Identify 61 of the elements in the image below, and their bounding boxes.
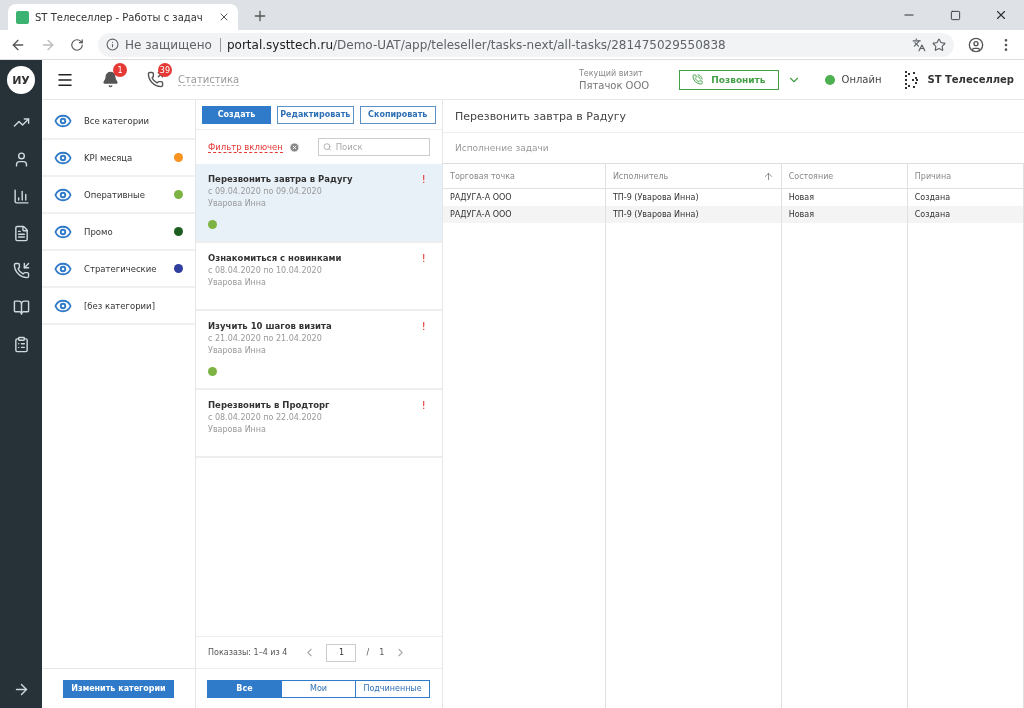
- phone-icon[interactable]: [12, 262, 30, 279]
- table-cell: РАДУГА-А ООО: [443, 206, 605, 223]
- document-icon[interactable]: [12, 225, 30, 242]
- table-cell: Новая: [781, 206, 907, 223]
- edit-button[interactable]: Редактировать: [277, 105, 354, 124]
- copy-button[interactable]: Скопировать: [359, 105, 436, 124]
- category-item[interactable]: KPI месяца: [42, 140, 195, 177]
- browser-tab[interactable]: ST Телеселлер - Работы с задач: [8, 4, 238, 30]
- scope-tab[interactable]: Подчиненные: [355, 679, 430, 698]
- reload-icon[interactable]: [70, 37, 84, 52]
- sort-icon[interactable]: [762, 170, 774, 182]
- create-button[interactable]: Создать: [202, 105, 271, 124]
- page-total: 1: [379, 648, 385, 657]
- url-path: /Demo-UAT/app/teleseller/tasks-next/all-tasks/281475029550838: [333, 37, 726, 52]
- search-field[interactable]: Поиск: [317, 138, 430, 156]
- scope-tab[interactable]: Все: [207, 679, 282, 698]
- missed-call-badge: 39: [157, 63, 172, 77]
- task-title: Перезвонить завтра в Радугу: [443, 100, 1024, 133]
- address-field[interactable]: Не защищено portal.systtech.ru/Demo-UAT/app/teleseller/tasks-next/all-tasks/281475029550838: [98, 32, 954, 57]
- importance-mark: !: [420, 173, 427, 186]
- category-item[interactable]: [без категории]: [42, 288, 195, 325]
- category-item[interactable]: Все категории: [42, 103, 195, 140]
- visit-value: Пятачок ООО: [578, 79, 650, 91]
- new-tab-icon[interactable]: [252, 8, 268, 24]
- category-item[interactable]: Стратегические: [42, 251, 195, 288]
- importance-mark: !: [420, 252, 427, 265]
- close-icon[interactable]: [218, 11, 230, 23]
- brand-name: ST Телеселлер: [927, 74, 1014, 85]
- bar-chart-icon[interactable]: [12, 188, 30, 205]
- section-title: Исполнение задачи: [443, 133, 1024, 164]
- page-separator: /: [366, 648, 370, 657]
- bell-icon[interactable]: [102, 71, 119, 88]
- category-item[interactable]: Оперативные: [42, 177, 195, 214]
- url-host: portal.systtech.ru: [226, 37, 333, 52]
- info-icon: [106, 38, 119, 51]
- logo-icon: [903, 69, 920, 90]
- filter-link[interactable]: Фильтр включен: [208, 141, 283, 153]
- scope-tab[interactable]: Мои: [281, 679, 356, 698]
- importance-mark: !: [420, 399, 427, 412]
- clipboard-icon[interactable]: [12, 336, 30, 353]
- security-label: Не защищено: [125, 37, 221, 52]
- task-card[interactable]: Перезвонить завтра в Радугу с 09.04.2020 по 09.04.2020 Уварова Инна !: [196, 164, 442, 243]
- table-cell: Создана: [907, 206, 1023, 223]
- page-field[interactable]: 1: [326, 643, 357, 662]
- category-item[interactable]: Промо: [42, 214, 195, 251]
- phone-icon: [692, 74, 704, 85]
- star-icon[interactable]: [932, 37, 946, 52]
- notification-badge: 1: [113, 63, 127, 77]
- edit-categories-button[interactable]: Изменить категории: [63, 679, 174, 698]
- account-icon[interactable]: [968, 36, 984, 53]
- search-icon: [322, 142, 332, 152]
- status-label: Онлайн: [841, 74, 882, 85]
- book-icon[interactable]: [12, 299, 30, 316]
- pager-summary: Показазы: 1–4 из 4: [208, 648, 288, 657]
- user-avatar[interactable]: ИУ: [7, 66, 35, 94]
- importance-mark: !: [420, 320, 427, 333]
- translate-icon[interactable]: [912, 37, 926, 52]
- visit-label: Текущий визит: [578, 68, 644, 78]
- table-cell: ТП-9 (Уварова Инна): [605, 206, 781, 223]
- clear-filter-icon[interactable]: [288, 141, 300, 153]
- favicon-icon: [16, 10, 29, 24]
